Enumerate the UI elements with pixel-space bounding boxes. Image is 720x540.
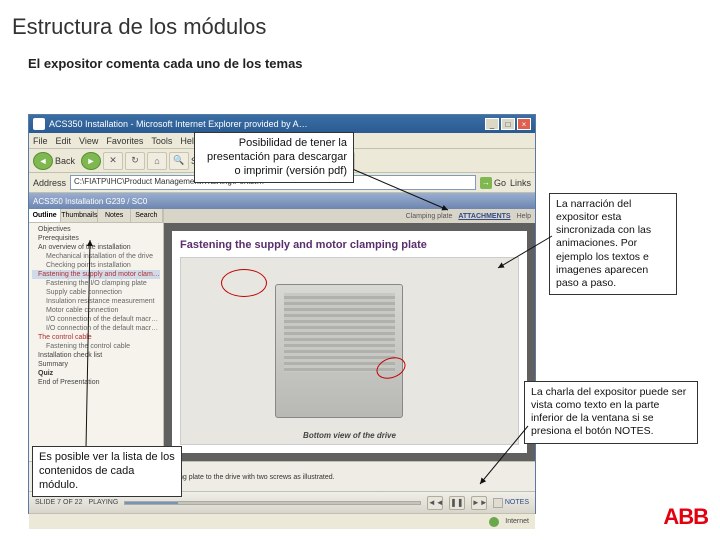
minimize-button[interactable]: _ — [485, 118, 499, 130]
outline-panel: Outline Thumbnails Notes Search Objectiv… — [29, 209, 164, 461]
menu-edit[interactable]: Edit — [56, 136, 72, 146]
slide-counter: SLIDE 7 OF 22 — [35, 499, 82, 506]
app-titlebar: ACS350 Installation G239 / SC0 — [29, 193, 535, 209]
slide-image: Bottom view of the drive — [180, 257, 519, 445]
play-pause-button[interactable]: ❚❚ — [449, 496, 465, 510]
clamping-label: Clamping plate — [406, 213, 453, 220]
menu-file[interactable]: File — [33, 136, 48, 146]
outline-item[interactable]: Installation check list — [32, 351, 160, 360]
progress-fill — [125, 502, 178, 504]
page-title: Estructura de los módulos — [0, 0, 720, 46]
home-button[interactable]: ⌂ — [147, 152, 167, 170]
outline-item[interactable]: The control cable — [32, 333, 160, 342]
tab-notes[interactable]: Notes — [98, 209, 130, 222]
slide: Fastening the supply and motor clamping … — [172, 231, 527, 453]
annotation-circle — [221, 269, 267, 297]
ie-statusbar: Internet — [29, 513, 535, 529]
slide-caption: Bottom view of the drive — [181, 431, 518, 440]
maximize-button[interactable]: □ — [501, 118, 515, 130]
outline-item[interactable]: Quiz — [32, 369, 160, 378]
menu-favorites[interactable]: Favorites — [106, 136, 143, 146]
close-button[interactable]: × — [517, 118, 531, 130]
search-icon[interactable]: 🔍 — [169, 152, 189, 170]
progress-track[interactable] — [124, 501, 421, 505]
player-status: PLAYING — [88, 499, 118, 506]
outline-item[interactable]: Prerequisites — [32, 234, 160, 243]
stop-button[interactable]: ✕ — [103, 152, 123, 170]
app-body: Outline Thumbnails Notes Search Objectiv… — [29, 209, 535, 461]
page-subtitle: El expositor comenta cada uno de los tem… — [0, 46, 720, 81]
refresh-button[interactable]: ↻ — [125, 152, 145, 170]
prev-button[interactable]: ◄◄ — [427, 496, 443, 510]
outline-item[interactable]: I/O connection of the default macro (1/2… — [32, 315, 160, 324]
help-link[interactable]: Help — [517, 213, 531, 220]
outline-item[interactable]: Fastening the supply and motor clamping — [32, 270, 160, 279]
callout-notes: La charla del expositor puede ser vista … — [524, 381, 698, 444]
tab-thumbnails[interactable]: Thumbnails — [61, 209, 98, 222]
outline-item[interactable]: Fastening the control cable — [32, 342, 160, 351]
next-button[interactable]: ►► — [471, 496, 487, 510]
internet-label: Internet — [505, 518, 529, 525]
notes-button[interactable]: NOTES — [493, 498, 529, 508]
back-label: Back — [55, 156, 75, 166]
outline-item[interactable]: Summary — [32, 360, 160, 369]
outline-item[interactable]: Insulation resistance measurement — [32, 297, 160, 306]
menu-tools[interactable]: Tools — [151, 136, 172, 146]
menu-view[interactable]: View — [79, 136, 98, 146]
abb-logo: ABB — [663, 504, 708, 530]
outline-list: ObjectivesPrerequisitesAn overview of th… — [29, 223, 163, 389]
outline-item[interactable]: Mechanical installation of the drive — [32, 252, 160, 261]
slide-topbar: Clamping plate ATTACHMENTS Help — [164, 209, 535, 223]
outline-item[interactable]: An overview of the installation — [32, 243, 160, 252]
address-label: Address — [33, 178, 66, 188]
notes-icon — [493, 498, 503, 508]
callout-outline: Es posible ver la lista de los contenido… — [32, 446, 182, 497]
outline-item[interactable]: Checking points installation — [32, 261, 160, 270]
ie-logo-icon — [33, 118, 45, 130]
outline-item[interactable]: Supply cable connection — [32, 288, 160, 297]
slide-area: Clamping plate ATTACHMENTS Help Fastenin… — [164, 209, 535, 461]
outline-item[interactable]: Objectives — [32, 225, 160, 234]
internet-icon — [489, 517, 499, 527]
outline-item[interactable]: I/O connection of the default macro (2/2… — [32, 324, 160, 333]
outline-item[interactable]: End of Presentation — [32, 378, 160, 387]
go-button[interactable]: →Go — [480, 177, 506, 189]
outline-tabs: Outline Thumbnails Notes Search — [29, 209, 163, 223]
ie-window-title: ACS350 Installation - Microsoft Internet… — [49, 119, 483, 129]
app-title: ACS350 Installation G239 / SC0 — [33, 197, 147, 206]
slide-title: Fastening the supply and motor clamping … — [180, 239, 519, 251]
back-button[interactable]: ◄ — [33, 152, 53, 170]
callout-narration: La narración del expositor esta sincroni… — [549, 193, 677, 295]
outline-item[interactable]: Motor cable connection — [32, 306, 160, 315]
links-label[interactable]: Links — [510, 178, 531, 188]
drive-graphic — [275, 284, 403, 418]
tab-search[interactable]: Search — [131, 209, 163, 222]
attachments-link[interactable]: ATTACHMENTS — [458, 213, 510, 220]
tab-outline[interactable]: Outline — [29, 209, 61, 222]
ie-titlebar: ACS350 Installation - Microsoft Internet… — [29, 115, 535, 133]
forward-button[interactable]: ► — [81, 152, 101, 170]
callout-pdf: Posibilidad de tener la presentación par… — [194, 132, 354, 183]
outline-item[interactable]: Fastening the I/O clamping plate — [32, 279, 160, 288]
